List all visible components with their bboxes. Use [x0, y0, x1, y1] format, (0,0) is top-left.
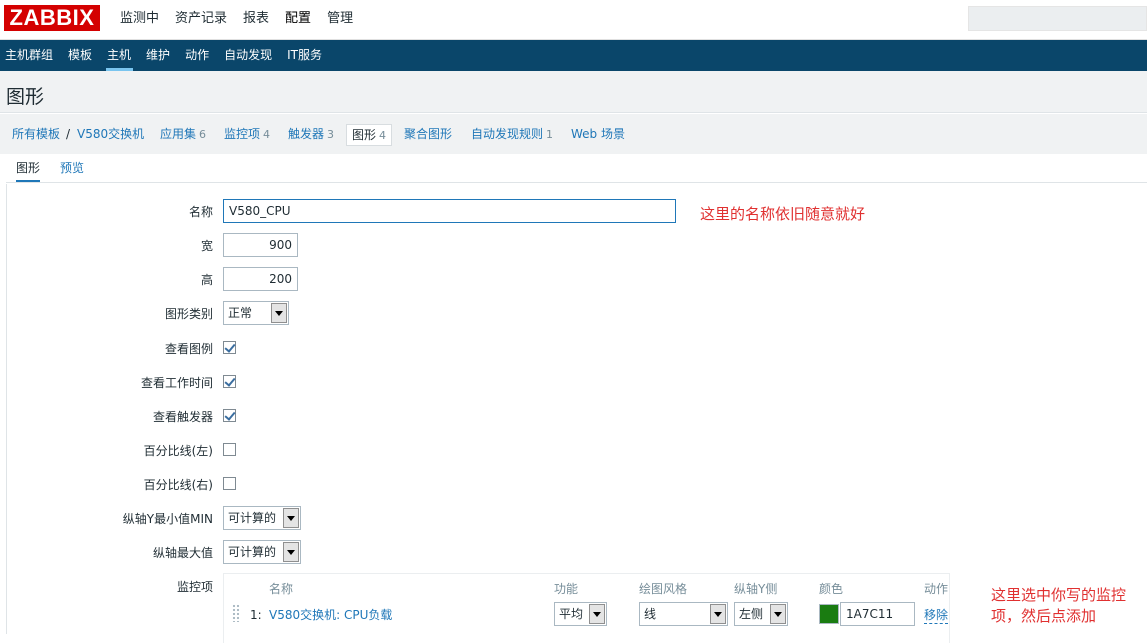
- graph-form: 名称 V580_CPU 这里的名称依旧随意就好 宽 900 高 200 图形类别…: [6, 184, 1147, 643]
- width-label: 宽: [200, 239, 213, 253]
- zabbix-logo[interactable]: ZABBIX: [4, 5, 100, 31]
- width-input[interactable]: 900: [223, 233, 298, 257]
- items-table: 名称 功能 绘图风格 纵轴Y侧 颜色 动作 1: V580交换机: CPU负载 …: [223, 573, 950, 643]
- breadcrumb: 所有模板 / V580交换机 应用集 6 监控项 4 触发器 3 图形 4 聚合图形 自…: [0, 114, 1147, 154]
- sub-menu-actions[interactable]: 动作: [179, 40, 218, 71]
- chevron-down-icon: [283, 508, 299, 528]
- show-triggers-checkbox[interactable]: [223, 409, 236, 422]
- col-header-draw-style: 绘图风格: [639, 582, 688, 596]
- percentile-left-label: 百分比线(左): [143, 444, 213, 458]
- page-title: 图形: [6, 86, 45, 108]
- tab-bar: 图形 预览: [6, 155, 1147, 183]
- items-annotation-line1: 这里选中你写的监控: [991, 586, 1127, 604]
- sub-menu-host-groups[interactable]: 主机群组: [0, 40, 62, 71]
- nav-web-scenarios[interactable]: Web 场景: [571, 124, 625, 146]
- nav-all-templates[interactable]: 所有模板: [12, 124, 60, 146]
- chevron-down-icon: [770, 604, 786, 624]
- ymin-label: 纵轴Y最小值MIN: [122, 512, 213, 526]
- sub-menu-templates[interactable]: 模板: [62, 40, 101, 71]
- sub-menu-discovery[interactable]: 自动发现: [218, 40, 281, 71]
- nav-applications[interactable]: 应用集 6: [160, 124, 206, 146]
- sub-menu-maintenance[interactable]: 维护: [140, 40, 179, 71]
- item-name-link[interactable]: V580交换机: CPU负载: [269, 607, 392, 623]
- show-triggers-label: 查看触发器: [152, 410, 213, 424]
- height-label: 高: [200, 273, 213, 287]
- color-input[interactable]: 1A7C11: [840, 602, 915, 626]
- graph-type-label: 图形类别: [164, 307, 213, 321]
- nav-host[interactable]: V580交换机: [77, 124, 144, 146]
- col-header-function: 功能: [554, 582, 579, 596]
- percentile-left-checkbox[interactable]: [223, 443, 236, 456]
- show-worktime-checkbox[interactable]: [223, 375, 236, 388]
- show-legend-label: 查看图例: [164, 342, 213, 356]
- sub-menu-hosts[interactable]: 主机: [101, 40, 140, 71]
- tab-graph[interactable]: 图形: [16, 155, 41, 182]
- percentile-right-checkbox[interactable]: [223, 477, 236, 490]
- ymax-label: 纵轴最大值: [152, 546, 213, 560]
- show-worktime-label: 查看工作时间: [140, 376, 213, 390]
- col-header-color: 颜色: [819, 582, 844, 596]
- name-label: 名称: [188, 205, 213, 219]
- height-input[interactable]: 200: [223, 267, 298, 291]
- sub-menu-it-services[interactable]: IT服务: [281, 40, 331, 71]
- nav-graphs[interactable]: 图形 4: [346, 124, 393, 146]
- percentile-right-label: 百分比线(右): [143, 478, 213, 492]
- main-menu-configuration[interactable]: 配置: [277, 0, 319, 40]
- chevron-down-icon: [589, 604, 605, 624]
- row-index: 1:: [250, 608, 262, 622]
- tab-preview[interactable]: 预览: [60, 155, 84, 182]
- ymax-select[interactable]: 可计算的: [223, 540, 301, 564]
- nav-screens[interactable]: 聚合图形: [404, 124, 452, 146]
- name-annotation: 这里的名称依旧随意就好: [700, 205, 866, 223]
- nav-discovery-rules[interactable]: 自动发现规则 1: [471, 124, 553, 146]
- chevron-down-icon: [283, 542, 299, 562]
- chevron-down-icon: [271, 303, 287, 323]
- nav-items[interactable]: 监控项 4: [224, 124, 270, 146]
- items-annotation-line2: 项，然后点添加: [991, 607, 1097, 625]
- page-header: 图形: [0, 71, 1147, 113]
- ymin-select[interactable]: 可计算的: [223, 506, 301, 530]
- draw-style-select[interactable]: 线: [639, 602, 728, 626]
- name-input[interactable]: V580_CPU: [223, 199, 676, 223]
- col-header-name: 名称: [269, 582, 294, 596]
- chevron-down-icon: [710, 604, 726, 624]
- main-menu-monitoring[interactable]: 监测中: [112, 0, 167, 40]
- remove-link[interactable]: 移除: [924, 607, 949, 624]
- main-menu-administration[interactable]: 管理: [319, 0, 361, 40]
- graph-type-select[interactable]: 正常: [223, 301, 289, 325]
- col-header-action: 动作: [924, 582, 949, 596]
- main-menu-inventory[interactable]: 资产记录: [167, 0, 235, 40]
- top-bar: ZABBIX 监测中 资产记录 报表 配置 管理: [0, 0, 1147, 40]
- color-swatch[interactable]: [819, 604, 839, 624]
- nav-triggers[interactable]: 触发器 3: [288, 124, 334, 146]
- items-label: 监控项: [176, 580, 213, 594]
- show-legend-checkbox[interactable]: [223, 341, 236, 354]
- col-header-y-axis: 纵轴Y侧: [734, 582, 778, 596]
- y-axis-select[interactable]: 左侧: [734, 602, 788, 626]
- drag-handle-icon[interactable]: [232, 604, 240, 622]
- main-menu-reports[interactable]: 报表: [235, 0, 277, 40]
- main-menu: 监测中 资产记录 报表 配置 管理: [112, 0, 361, 40]
- nav-separator: /: [66, 127, 71, 141]
- sub-menu-bar: 主机群组 模板 主机 维护 动作 自动发现 IT服务: [0, 40, 1147, 71]
- function-select[interactable]: 平均: [554, 602, 607, 626]
- search-input[interactable]: [968, 6, 1147, 31]
